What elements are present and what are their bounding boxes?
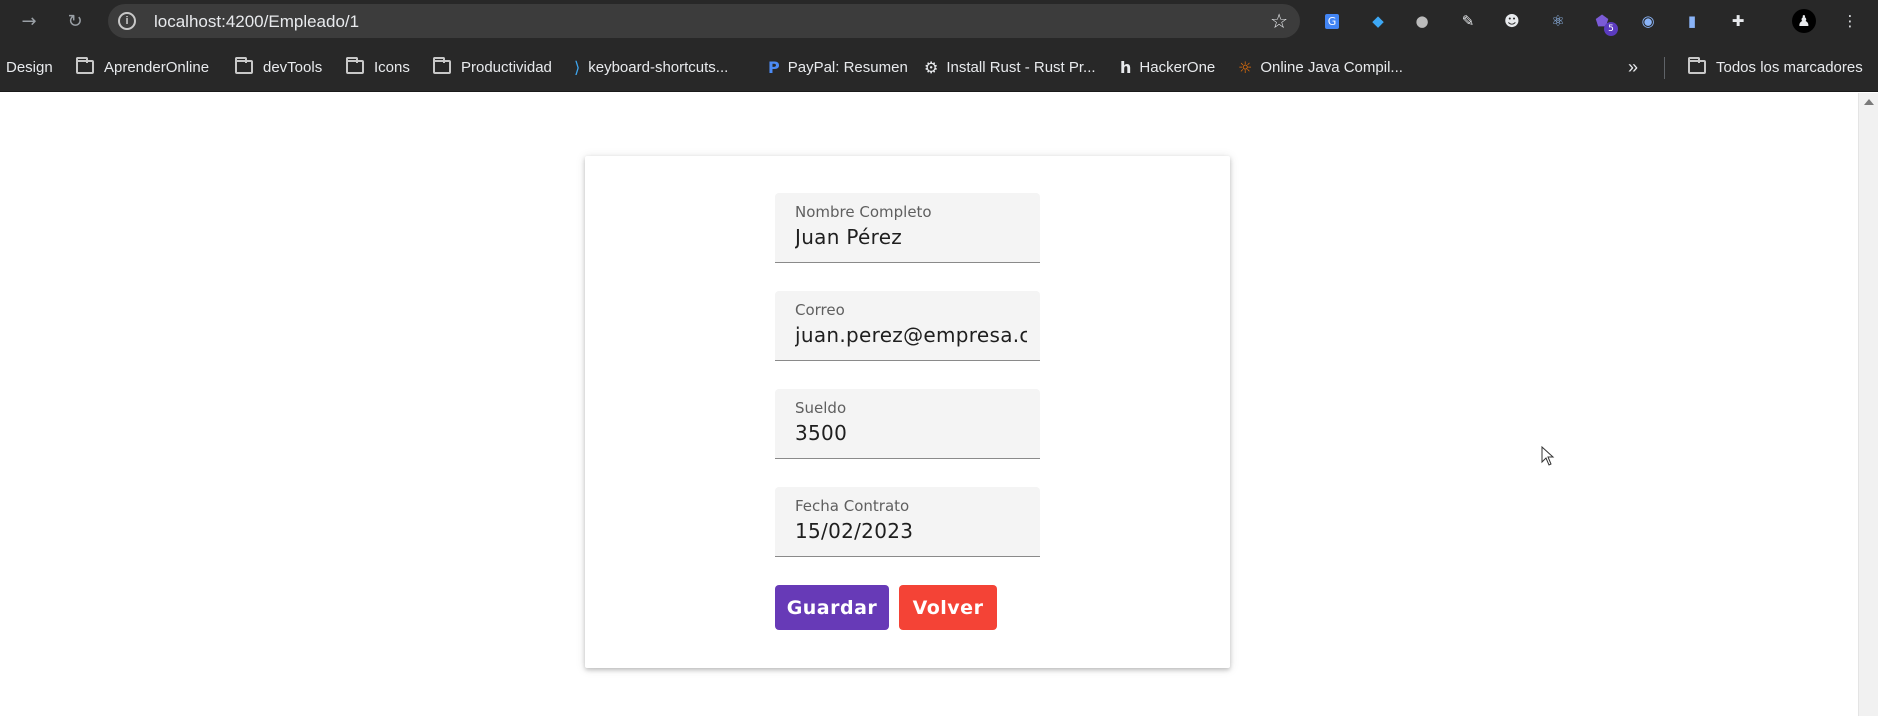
bookmark-paypal[interactable]: P PayPal: Resumen bbox=[768, 42, 908, 92]
bookmark-label: Productividad bbox=[461, 58, 552, 76]
folder-icon bbox=[1688, 57, 1706, 74]
gem-extension-icon[interactable]: ◆ bbox=[1366, 9, 1390, 33]
bookmarks-divider bbox=[1664, 57, 1665, 79]
hackerone-icon: h bbox=[1120, 57, 1132, 77]
java-compiler-icon: ☼ bbox=[1238, 57, 1253, 77]
fecha-contrato-field[interactable]: Fecha Contrato bbox=[775, 487, 1040, 557]
browser-toolbar: → ↻ i localhost:4200/Empleado/1 ☆ G ◆ ● … bbox=[0, 0, 1878, 42]
nombre-label: Nombre Completo bbox=[795, 203, 932, 221]
bookmark-folder-aprenderonline[interactable]: AprenderOnline bbox=[76, 42, 209, 92]
rust-icon: ⚙ bbox=[924, 57, 939, 77]
mouse-cursor-icon bbox=[1541, 446, 1555, 466]
bookmark-label: AprenderOnline bbox=[104, 58, 210, 76]
bookmark-label: devTools bbox=[263, 58, 323, 76]
bookmark-label: Icons bbox=[374, 58, 410, 76]
bookmark-install-rust[interactable]: ⚙ Install Rust - Rust Pr... bbox=[924, 42, 1096, 92]
paypal-icon: P bbox=[768, 57, 780, 77]
fecha-contrato-input[interactable] bbox=[795, 517, 1027, 545]
site-info-icon[interactable]: i bbox=[118, 12, 136, 30]
bookmarks-overflow-button[interactable]: » bbox=[1628, 42, 1638, 92]
bookmark-label: HackerOne bbox=[1139, 58, 1216, 76]
menu-kebab-icon[interactable]: ⋮ bbox=[1838, 9, 1862, 33]
badge-extension-icon[interactable]: ⬟ 5 bbox=[1590, 9, 1618, 36]
back-arrow-icon[interactable]: → bbox=[14, 6, 44, 36]
panda-extension-icon[interactable]: ☻ bbox=[1500, 9, 1524, 33]
bookmark-label: Design bbox=[6, 58, 53, 76]
url-text[interactable]: localhost:4200/Empleado/1 bbox=[154, 12, 359, 32]
correo-field[interactable]: Correo bbox=[775, 291, 1040, 361]
bookmarks-bar: Design AprenderOnline devTools Icons Pro… bbox=[0, 42, 1878, 92]
bookmark-hackerone[interactable]: h HackerOne bbox=[1120, 42, 1215, 92]
bookmark-keyboard-shortcuts[interactable]: ⟩ keyboard-shortcuts... bbox=[574, 42, 728, 92]
folder-icon bbox=[235, 57, 253, 74]
sueldo-input[interactable] bbox=[795, 419, 1027, 447]
overflow-chevron-icon: » bbox=[1628, 56, 1639, 77]
extension-badge: 5 bbox=[1604, 22, 1618, 36]
scroll-up-icon[interactable] bbox=[1864, 99, 1874, 105]
folder-icon bbox=[433, 57, 451, 74]
bookmark-folder-icons[interactable]: Icons bbox=[346, 42, 410, 92]
bookmark-label: keyboard-shortcuts... bbox=[588, 58, 729, 76]
bookmark-online-java[interactable]: ☼ Online Java Compil... bbox=[1238, 42, 1403, 92]
bookmark-folder-devtools[interactable]: devTools bbox=[235, 42, 322, 92]
vscode-icon: ⟩ bbox=[574, 57, 581, 77]
folder-icon bbox=[346, 57, 364, 74]
fecha-contrato-label: Fecha Contrato bbox=[795, 497, 910, 515]
guardar-button[interactable]: Guardar bbox=[775, 585, 889, 630]
bookmark-design[interactable]: Design bbox=[6, 42, 53, 92]
page-scrollbar[interactable] bbox=[1858, 93, 1878, 716]
react-devtools-icon[interactable]: ⚛ bbox=[1546, 9, 1570, 33]
sueldo-field[interactable]: Sueldo bbox=[775, 389, 1040, 459]
nombre-input[interactable] bbox=[795, 223, 1027, 251]
copy-extension-icon[interactable]: ▮ bbox=[1680, 9, 1704, 33]
extension-icon[interactable]: ● bbox=[1410, 9, 1434, 33]
profile-avatar[interactable]: ♟ bbox=[1792, 9, 1816, 33]
bookmark-label: Online Java Compil... bbox=[1260, 58, 1403, 76]
google-translate-icon[interactable]: G bbox=[1320, 9, 1344, 33]
color-picker-icon[interactable]: ✎ bbox=[1456, 9, 1480, 33]
address-bar[interactable]: i localhost:4200/Empleado/1 ☆ bbox=[108, 4, 1300, 38]
sueldo-label: Sueldo bbox=[795, 399, 847, 417]
extensions-puzzle-icon[interactable]: ✚ bbox=[1726, 9, 1750, 33]
bookmark-label: Install Rust - Rust Pr... bbox=[946, 58, 1096, 76]
nombre-field[interactable]: Nombre Completo bbox=[775, 193, 1040, 263]
correo-input[interactable] bbox=[795, 321, 1027, 349]
reload-icon[interactable]: ↻ bbox=[60, 6, 90, 36]
folder-icon bbox=[76, 57, 94, 74]
circle-extension-icon[interactable]: ◉ bbox=[1636, 9, 1660, 33]
bookmark-folder-productividad[interactable]: Productividad bbox=[433, 42, 552, 92]
correo-label: Correo bbox=[795, 301, 845, 319]
volver-button[interactable]: Volver bbox=[899, 585, 997, 630]
bookmark-star-icon[interactable]: ☆ bbox=[1270, 9, 1288, 33]
bookmark-label: PayPal: Resumen bbox=[787, 58, 908, 76]
bookmark-label: Todos los marcadores bbox=[1716, 58, 1863, 76]
bookmark-all-bookmarks[interactable]: Todos los marcadores bbox=[1688, 42, 1863, 92]
